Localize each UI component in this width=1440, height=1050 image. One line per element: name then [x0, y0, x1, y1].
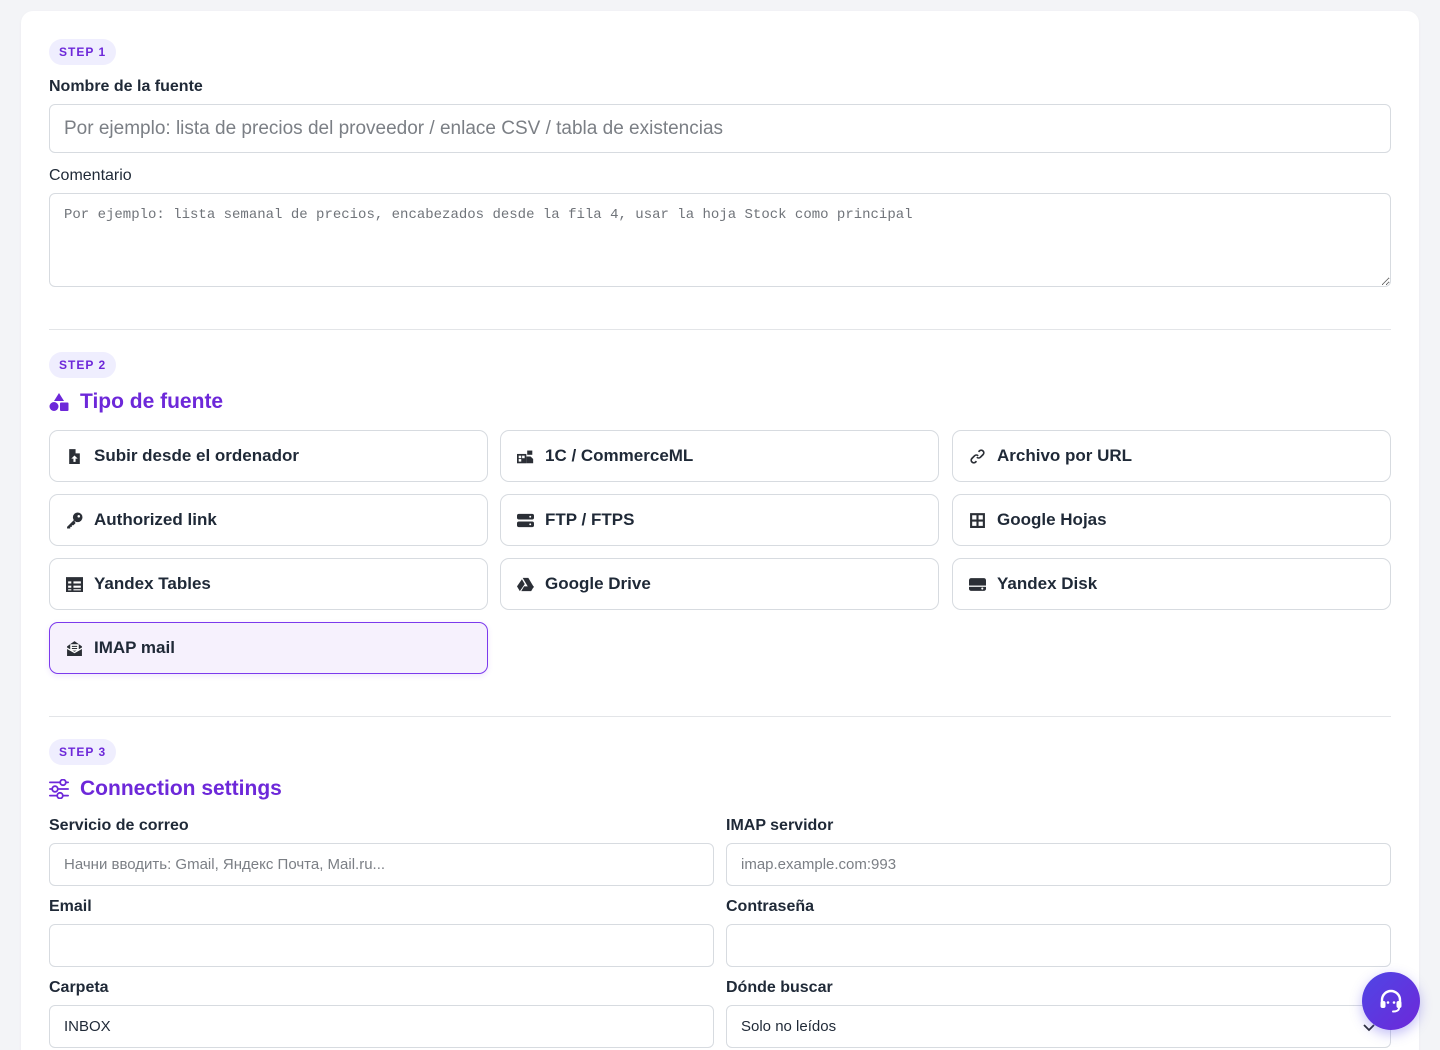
source-option-authorized-link[interactable]: Authorized link — [49, 494, 488, 546]
source-type-heading: Tipo de fuente — [49, 390, 223, 414]
source-option-label: Authorized link — [94, 510, 217, 529]
source-option-label: Google Hojas — [997, 510, 1107, 529]
search-scope-value: Solo no leídos — [741, 1018, 837, 1035]
email-label: Email — [49, 898, 92, 915]
imap-server-label: IMAP servidor — [726, 817, 834, 834]
source-type-title: Tipo de fuente — [80, 390, 224, 413]
source-option-google-drive[interactable]: Google Drive — [500, 558, 939, 610]
source-form-card: STEP 1 Nombre de la fuente Comentario ST… — [21, 11, 1419, 1050]
step-2-badge: STEP 2 — [49, 352, 117, 378]
step-3-badge: STEP 3 — [49, 739, 117, 765]
password-label: Contraseña — [726, 898, 815, 915]
divider — [49, 716, 1391, 717]
table-grid-icon — [968, 511, 987, 530]
source-option-label: FTP / FTPS — [545, 510, 635, 529]
warehouse-icon — [516, 447, 535, 466]
connection-settings-title: Connection settings — [80, 777, 282, 800]
source-option-ftp[interactable]: FTP / FTPS — [500, 494, 939, 546]
table-list-icon — [65, 575, 84, 594]
comment-label: Comentario — [49, 167, 132, 184]
folder-label: Carpeta — [49, 979, 109, 996]
headset-icon — [1380, 989, 1402, 1013]
source-option-imap[interactable]: IMAP mail — [49, 622, 488, 674]
divider — [49, 329, 1391, 330]
mail-service-label: Servicio de correo — [49, 817, 189, 834]
source-name-input[interactable] — [49, 104, 1391, 153]
source-option-label: IMAP mail — [94, 638, 175, 657]
server-icon — [516, 511, 535, 530]
source-option-label: Google Drive — [545, 574, 651, 593]
key-icon — [65, 511, 84, 530]
password-field[interactable] — [726, 924, 1391, 967]
source-option-yandex-tables[interactable]: Yandex Tables — [49, 558, 488, 610]
step-1-badge: STEP 1 — [49, 39, 117, 65]
folder-input[interactable] — [49, 1005, 714, 1048]
mail-service-input[interactable] — [49, 843, 714, 886]
source-option-label: 1C / CommerceML — [545, 446, 694, 465]
source-option-url[interactable]: Archivo por URL — [952, 430, 1391, 482]
file-upload-icon — [65, 447, 84, 466]
source-option-yandex-disk[interactable]: Yandex Disk — [952, 558, 1391, 610]
email-field[interactable] — [49, 924, 714, 967]
source-option-upload[interactable]: Subir desde el ordenador — [49, 430, 488, 482]
sliders-icon — [49, 779, 69, 799]
source-option-1c[interactable]: 1C / CommerceML — [500, 430, 939, 482]
google-drive-icon — [516, 575, 535, 594]
source-option-label: Archivo por URL — [997, 446, 1133, 465]
link-icon — [968, 447, 987, 466]
imap-server-input[interactable] — [726, 843, 1391, 886]
hard-drive-icon — [968, 575, 987, 594]
shapes-icon — [49, 393, 69, 411]
search-scope-select[interactable]: Solo no leídos — [726, 1005, 1391, 1048]
source-name-label: Nombre de la fuente — [49, 78, 203, 95]
source-option-label: Subir desde el ordenador — [94, 446, 299, 465]
comment-textarea[interactable] — [49, 193, 1391, 287]
support-chat-button[interactable] — [1362, 972, 1420, 1030]
source-option-google-sheets[interactable]: Google Hojas — [952, 494, 1391, 546]
mail-inbox-icon — [65, 639, 84, 658]
source-option-label: Yandex Tables — [94, 574, 211, 593]
search-scope-label: Dónde buscar — [726, 979, 833, 996]
source-option-label: Yandex Disk — [997, 574, 1098, 593]
connection-settings-heading: Connection settings — [49, 777, 282, 801]
